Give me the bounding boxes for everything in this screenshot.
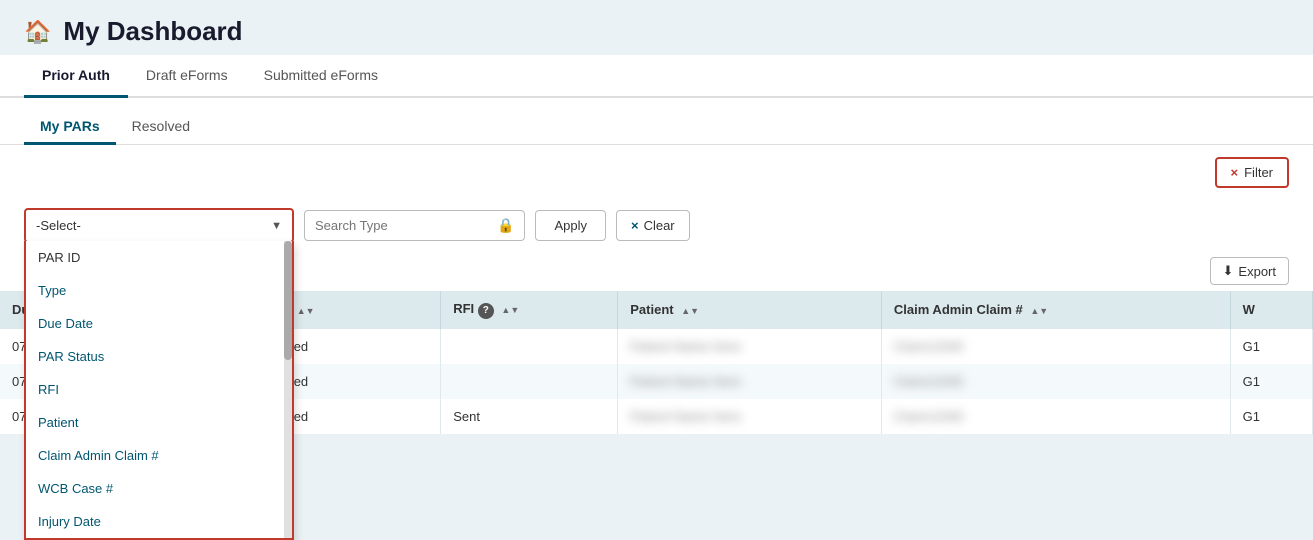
dropdown-item-due-date[interactable]: Due Date — [26, 307, 292, 340]
dropdown-item-patient[interactable]: Patient — [26, 406, 292, 439]
cell-patient: Patient Name Here — [618, 329, 882, 364]
clear-x-icon: × — [631, 218, 639, 233]
cell-rfi: Sent — [441, 399, 618, 434]
clear-label: Clear — [644, 218, 675, 233]
page-header: 🏠 My Dashboard — [0, 0, 1313, 55]
top-tabs: Prior Auth Draft eForms Submitted eForms — [0, 55, 1313, 98]
sort-icon-claim-admin[interactable]: ▲▼ — [1030, 306, 1048, 316]
cell-claim-admin: Claim12345 — [881, 329, 1230, 364]
dropdown-scrollbar[interactable] — [284, 241, 292, 538]
dropdown-item-rfi[interactable]: RFI — [26, 373, 292, 406]
dropdown-item-injury-date[interactable]: Injury Date — [26, 505, 292, 538]
cell-claim-admin: Claim12345 — [881, 399, 1230, 434]
clear-button[interactable]: × Clear — [616, 210, 690, 241]
dropdown-item-par-status[interactable]: PAR Status — [26, 340, 292, 373]
cell-w: G1 — [1230, 399, 1312, 434]
dropdown-item-type[interactable]: Type — [26, 274, 292, 307]
dropdown-selected-item[interactable]: -Select- ▼ — [26, 210, 292, 241]
export-label: Export — [1238, 264, 1276, 279]
export-icon: ⬇ — [1223, 263, 1234, 279]
sort-icon-patient[interactable]: ▲▼ — [681, 306, 699, 316]
sort-icon-par-status[interactable]: ▲▼ — [297, 306, 315, 316]
search-type-input[interactable] — [315, 218, 491, 233]
cell-patient: Patient Name Here — [618, 364, 882, 399]
filter-label: Filter — [1244, 165, 1273, 180]
rfi-help-icon[interactable]: ? — [478, 303, 494, 319]
tab-submitted-eforms[interactable]: Submitted eForms — [246, 55, 396, 98]
tab-prior-auth[interactable]: Prior Auth — [24, 55, 128, 98]
col-header-patient[interactable]: Patient ▲▼ — [618, 291, 882, 329]
filter-x-icon: × — [1231, 165, 1239, 180]
tab-draft-eforms[interactable]: Draft eForms — [128, 55, 246, 98]
cell-w: G1 — [1230, 329, 1312, 364]
filter-button[interactable]: × Filter — [1215, 157, 1289, 188]
dropdown-item-par-id[interactable]: PAR ID — [26, 241, 292, 274]
dropdown-item-wcb-case[interactable]: WCB Case # — [26, 472, 292, 505]
dropdown-item-claim-admin[interactable]: Claim Admin Claim # — [26, 439, 292, 472]
lock-icon: 🔒 — [497, 217, 514, 234]
cell-rfi — [441, 329, 618, 364]
search-filter-area: -Select- ▼ PAR ID Type Due Date PAR Stat… — [0, 200, 1313, 251]
sort-icon-rfi[interactable]: ▲▼ — [501, 305, 519, 315]
search-type-field: 🔒 — [304, 210, 525, 241]
page-title: My Dashboard — [63, 16, 242, 47]
col-header-rfi[interactable]: RFI ? ▲▼ — [441, 291, 618, 329]
home-icon[interactable]: 🏠 — [24, 19, 51, 45]
sub-tabs: My PARs Resolved — [0, 98, 1313, 145]
search-type-dropdown-wrapper: -Select- ▼ PAR ID Type Due Date PAR Stat… — [24, 208, 294, 243]
dropdown-arrow-icon: ▼ — [271, 220, 282, 232]
apply-button[interactable]: Apply — [535, 210, 606, 241]
export-button[interactable]: ⬇ Export — [1210, 257, 1289, 285]
cell-claim-admin: Claim12345 — [881, 364, 1230, 399]
cell-patient: Patient Name Here — [618, 399, 882, 434]
cell-rfi — [441, 364, 618, 399]
subtab-resolved[interactable]: Resolved — [116, 110, 206, 145]
col-header-claim-admin[interactable]: Claim Admin Claim # ▲▼ — [881, 291, 1230, 329]
dropdown-placeholder: -Select- — [36, 218, 271, 233]
subtab-my-pars[interactable]: My PARs — [24, 110, 116, 145]
dropdown-list: PAR ID Type Due Date PAR Status RFI Pati… — [24, 241, 294, 540]
filter-row: × Filter — [0, 145, 1313, 200]
dropdown-scrollbar-thumb — [284, 241, 292, 360]
content-area: My PARs Resolved × Filter -Select- ▼ PAR… — [0, 98, 1313, 434]
col-header-w[interactable]: W — [1230, 291, 1312, 329]
cell-w: G1 — [1230, 364, 1312, 399]
